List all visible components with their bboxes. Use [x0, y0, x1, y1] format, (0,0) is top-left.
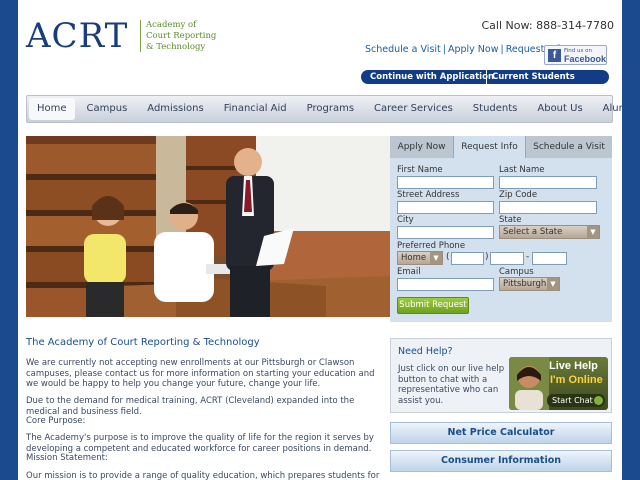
phone-type-select[interactable]: Home ▼ [397, 251, 443, 265]
last-name-input[interactable] [499, 176, 597, 189]
logo-sub-line: Academy of [146, 20, 197, 30]
campus-select-value: Pittsburgh [503, 279, 547, 289]
page: ACRT Academy of Court Reporting & Techno… [18, 0, 622, 480]
link-separator: | [442, 44, 446, 55]
zip-code-label: Zip Code [499, 190, 538, 200]
start-chat-button[interactable]: Start Chat [547, 394, 605, 407]
request-info-form: Apply Now Request Info Schedule a Visit … [390, 136, 612, 322]
nav-financial-aid[interactable]: Financial Aid [216, 98, 295, 120]
call-now-phone: Call Now: 888-314-7780 [481, 19, 614, 32]
preferred-phone-label: Preferred Phone [397, 241, 466, 251]
state-label: State [499, 215, 522, 225]
facebook-icon: f [548, 49, 561, 62]
nav-alumni[interactable]: Alumni [595, 98, 622, 120]
net-price-calculator-button[interactable]: Net Price Calculator [390, 422, 612, 444]
nav-home[interactable]: Home [29, 98, 75, 120]
apply-now-link[interactable]: Apply Now [448, 44, 499, 55]
state-select-value: Select a State [503, 227, 563, 237]
nav-about-us[interactable]: About Us [529, 98, 590, 120]
campus-label: Campus [499, 267, 534, 277]
nav-students[interactable]: Students [465, 98, 526, 120]
mission-paragraph: Our mission is to provide a range of qua… [26, 471, 380, 480]
continue-application-button[interactable]: Continue with Application [361, 72, 494, 82]
logo-divider [140, 20, 141, 52]
live-help-label: Live Help [549, 360, 598, 372]
medical-expansion-paragraph: Due to the demand for medical training, … [26, 396, 355, 417]
intro-paragraph: We are currently not accepting new enrol… [26, 358, 375, 389]
current-students-button[interactable]: Current Students [487, 72, 575, 82]
start-chat-label: Start Chat [552, 396, 593, 405]
chevron-down-icon: ▼ [430, 252, 442, 264]
agent-avatar [509, 357, 549, 410]
logo-sub-line: & Technology [146, 42, 206, 52]
email-input[interactable] [397, 278, 494, 291]
email-label: Email [397, 267, 421, 277]
mission-statement-heading: Mission Statement: [26, 453, 108, 463]
logo[interactable]: ACRT [26, 16, 128, 56]
nav-campus[interactable]: Campus [79, 98, 136, 120]
go-arrow-icon [594, 396, 603, 405]
phone-paren-close: ) [485, 252, 489, 262]
nav-programs[interactable]: Programs [299, 98, 362, 120]
need-help-text: Just click on our live help button to ch… [398, 364, 505, 406]
phone-type-value: Home [401, 253, 427, 263]
tab-apply-now[interactable]: Apply Now [390, 136, 454, 158]
first-name-input[interactable] [397, 176, 494, 189]
street-address-input[interactable] [397, 201, 494, 214]
nav-career-services[interactable]: Career Services [366, 98, 461, 120]
phone-line-input[interactable] [532, 252, 567, 265]
main-nav: Home Campus Admissions Financial Aid Pro… [26, 95, 622, 123]
purpose-paragraph: The Academy's purpose is to improve the … [26, 433, 374, 454]
first-name-label: First Name [397, 165, 443, 175]
im-online-label: I'm Online [550, 374, 603, 386]
facebook-badge[interactable]: f Find us on Facebook [544, 45, 607, 65]
core-purpose-heading: Core Purpose: [26, 416, 86, 426]
live-help-button[interactable]: Live Help I'm Online Start Chat [509, 357, 608, 410]
last-name-label: Last Name [499, 165, 545, 175]
phone-prefix-input[interactable] [490, 252, 524, 265]
chevron-down-icon: ▼ [547, 278, 559, 290]
zip-code-input[interactable] [499, 201, 597, 214]
submit-request-button[interactable]: Submit Request [397, 297, 469, 314]
top-links: Schedule a Visit | Apply Now | Request Info [365, 44, 565, 55]
consumer-information-button[interactable]: Consumer Information [390, 450, 612, 472]
link-separator: | [500, 44, 504, 55]
facebook-label: Facebook [564, 54, 607, 64]
chevron-down-icon: ▼ [587, 226, 599, 238]
city-label: City [397, 215, 414, 225]
phone-dash: - [526, 252, 530, 262]
cta-pill-bar: Continue with Application Current Studen… [361, 70, 609, 84]
tab-request-info[interactable]: Request Info [454, 136, 526, 158]
campus-select[interactable]: Pittsburgh ▼ [499, 277, 560, 291]
hero-photo [26, 136, 390, 317]
phone-area-code-input[interactable] [451, 252, 484, 265]
logo-subtitle: Academy of Court Reporting & Technology [146, 20, 246, 53]
hero-illustration [26, 136, 390, 317]
street-address-label: Street Address [397, 190, 460, 200]
logo-sub-line: Court Reporting [146, 31, 217, 41]
tab-schedule-visit[interactable]: Schedule a Visit [526, 136, 612, 158]
need-help-box: Need Help? Just click on our live help b… [390, 338, 612, 413]
nav-admissions[interactable]: Admissions [139, 98, 211, 120]
form-tabs: Apply Now Request Info Schedule a Visit [390, 136, 612, 158]
need-help-title: Need Help? [398, 346, 453, 357]
state-select[interactable]: Select a State ▼ [499, 225, 600, 239]
phone-paren-open: ( [446, 252, 450, 262]
city-input[interactable] [397, 226, 494, 239]
page-title: The Academy of Court Reporting & Technol… [26, 337, 260, 348]
schedule-visit-link[interactable]: Schedule a Visit [365, 44, 441, 55]
